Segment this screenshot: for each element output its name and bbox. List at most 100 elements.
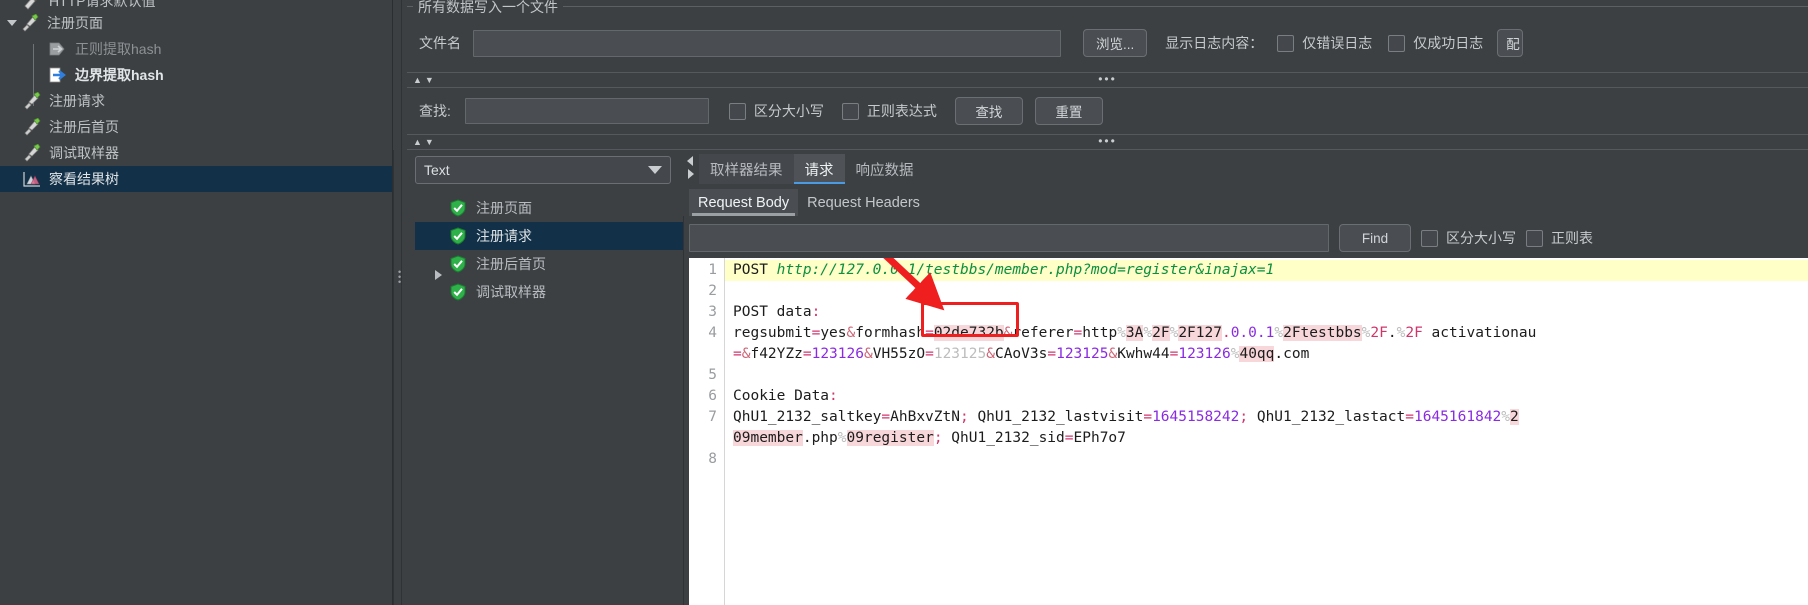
results-split: Text 注册页面 注册请求 注册后首页 调试取样器 • • • 取样器结果 请… [398, 150, 1808, 605]
test-plan-tree[interactable]: HTTP请求默认值 注册页面 正则提取hash 边界提取hash 注册请求 注册… [0, 0, 393, 605]
postprocessor-disabled-icon [48, 40, 68, 58]
sampler-result-list-pane: Text 注册页面 注册请求 注册后首页 调试取样器 • • • [398, 150, 684, 605]
tree-item-http-defaults[interactable]: HTTP请求默认值 [0, 0, 392, 10]
tree-item-home-after-register[interactable]: 注册后首页 [0, 114, 392, 140]
search-regex-label: 正则表达式 [866, 103, 937, 119]
tree-item-label: 调试取样器 [49, 145, 119, 161]
search-input[interactable] [464, 98, 709, 124]
http-method-token: POST [733, 262, 768, 278]
formhash-value-token: 02de732b [933, 325, 1004, 341]
request-body-editor[interactable]: 1 2 3 4 5 6 7 8 POST http://127.0.0.1/te… [689, 258, 1808, 605]
sampler-result-row[interactable]: 注册请求 [415, 222, 683, 250]
tree-item-label: 注册请求 [49, 93, 105, 109]
line-number: 6 [708, 388, 717, 404]
cookie-data-label-token: Cookie Data [733, 388, 830, 404]
splitter-arrows[interactable]: ▲▼ [413, 74, 437, 86]
tree-item-regex-extract-hash[interactable]: 正则提取hash [0, 36, 392, 62]
search-regex-checkbox-wrap[interactable]: 正则表达式 [841, 101, 937, 121]
success-shield-icon [449, 227, 467, 245]
sampler-result-label: 注册后首页 [476, 256, 546, 272]
request-url-token: http://127.0.0.1/testbbs/member.php?mod=… [776, 262, 1275, 278]
search-case-checkbox[interactable] [728, 102, 746, 120]
sampler-icon [20, 14, 40, 32]
filename-label: 文件名 [419, 35, 461, 51]
tree-item-view-results-tree[interactable]: 察看结果树 [0, 166, 392, 192]
split-grip[interactable]: • • • [398, 268, 402, 292]
sampler-result-row[interactable]: 调试取样器 [415, 278, 683, 306]
http-defaults-icon [22, 0, 42, 10]
chevron-down-icon[interactable] [648, 166, 662, 174]
sampler-icon [22, 118, 42, 136]
success-only-checkbox[interactable] [1388, 34, 1406, 52]
tree-item-boundary-extract-hash[interactable]: 边界提取hash [0, 62, 392, 88]
editor-regex-checkbox-wrap[interactable]: 正则表 [1526, 228, 1593, 248]
splitter-dots-2[interactable]: ••• [1098, 135, 1117, 147]
tree-item-label: 察看结果树 [49, 171, 119, 187]
code-line-7: QhU1_2132_saltkey=AhBxvZtN; QhU1_2132_la… [733, 409, 1519, 425]
search-regex-checkbox[interactable] [841, 102, 859, 120]
tree-item-register-request[interactable]: 注册请求 [0, 88, 392, 114]
filename-row: 文件名 浏览... 显示日志内容： 仅错误日志 仅成功日志 配 [419, 29, 1524, 57]
write-all-data-group: 所有数据写入一个文件 文件名 浏览... 显示日志内容： 仅错误日志 仅成功日志 [407, 0, 1808, 69]
sampler-result-label: 调试取样器 [476, 284, 546, 300]
configure-button[interactable]: 配 [1497, 29, 1524, 57]
editor-case-checkbox-wrap[interactable]: 区分大小写 [1421, 228, 1516, 248]
sampler-result-row[interactable]: 注册页面 [415, 194, 683, 222]
success-shield-icon [449, 283, 467, 301]
editor-case-label: 区分大小写 [1446, 230, 1516, 246]
tab-request[interactable]: 请求 [793, 154, 845, 185]
search-find-button[interactable]: 查找 [954, 97, 1023, 125]
splitter-arrows-2[interactable]: ▲▼ [413, 136, 437, 148]
tab-response-data[interactable]: 响应数据 [845, 154, 925, 184]
chevron-down-icon[interactable] [4, 15, 20, 31]
code-line-3: POST data: [733, 304, 821, 320]
line-number: 3 [708, 304, 717, 320]
search-case-label: 区分大小写 [753, 103, 824, 119]
postprocessor-icon [48, 66, 68, 84]
tab-sampler-result[interactable]: 取样器结果 [699, 154, 794, 184]
main-tabstrip: 取样器结果 请求 响应数据 [683, 150, 1808, 185]
lower-divider [393, 150, 394, 605]
request-subtabstrip: Request Body Request Headers [683, 184, 1808, 216]
splitter-top[interactable]: ▲▼ ••• [407, 72, 1808, 88]
tab-scroll-arrows-icon[interactable] [683, 150, 699, 184]
code-line-4-wrap: =&f42YZz=123126&VH55zO=123125&CAoV3s=123… [733, 346, 1310, 362]
errors-only-checkbox[interactable] [1277, 34, 1295, 52]
success-shield-icon [449, 255, 467, 273]
search-reset-button[interactable]: 重置 [1034, 97, 1103, 125]
line-number-wrap-blank-2 [689, 428, 717, 449]
tree-item-debug-sampler[interactable]: 调试取样器 [0, 140, 392, 166]
tree-item-label: 注册页面 [47, 15, 103, 31]
post-data-label-token: POST data [733, 304, 812, 320]
sampler-icon [22, 92, 42, 110]
subtab-request-body[interactable]: Request Body [689, 189, 799, 216]
splitter-dots[interactable]: ••• [1098, 73, 1117, 85]
editor-case-checkbox[interactable] [1421, 229, 1438, 247]
code-line-4: regsubmit=yes&formhash=02de732b&referer=… [733, 325, 1537, 341]
success-only-checkbox-wrap[interactable]: 仅成功日志 [1388, 33, 1483, 53]
filename-input[interactable] [473, 29, 1061, 57]
sampler-result-row[interactable]: 注册后首页 [415, 250, 683, 280]
editor-code-area[interactable]: POST http://127.0.0.1/testbbs/member.php… [725, 258, 1808, 605]
tree-item-label: 正则提取hash [75, 41, 162, 57]
line-number: 5 [708, 367, 717, 383]
subtab-request-headers[interactable]: Request Headers [798, 189, 929, 216]
search-label: 查找: [419, 103, 451, 119]
search-row: 查找: 区分大小写 正则表达式 查找 重置 [407, 92, 1808, 130]
sampler-icon [22, 144, 42, 162]
sampler-result-list[interactable]: 注册页面 注册请求 注册后首页 调试取样器 [415, 194, 683, 306]
tree-item-label: 注册后首页 [49, 119, 119, 135]
code-line-1: POST http://127.0.0.1/testbbs/member.php… [725, 260, 1808, 281]
editor-gutter: 1 2 3 4 5 6 7 8 [689, 258, 725, 605]
errors-only-checkbox-wrap[interactable]: 仅错误日志 [1277, 33, 1372, 53]
editor-regex-checkbox[interactable] [1526, 229, 1543, 247]
render-type-combo[interactable]: Text [415, 156, 671, 184]
editor-find-bar: Find 区分大小写 正则表 [683, 220, 1808, 256]
splitter-middle[interactable]: ▲▼ ••• [407, 134, 1808, 150]
tree-item-register-page[interactable]: 注册页面 [0, 10, 392, 36]
editor-find-input[interactable] [689, 224, 1329, 252]
search-case-checkbox-wrap[interactable]: 区分大小写 [728, 101, 824, 121]
browse-button[interactable]: 浏览... [1083, 29, 1148, 57]
editor-find-button[interactable]: Find [1339, 224, 1411, 252]
